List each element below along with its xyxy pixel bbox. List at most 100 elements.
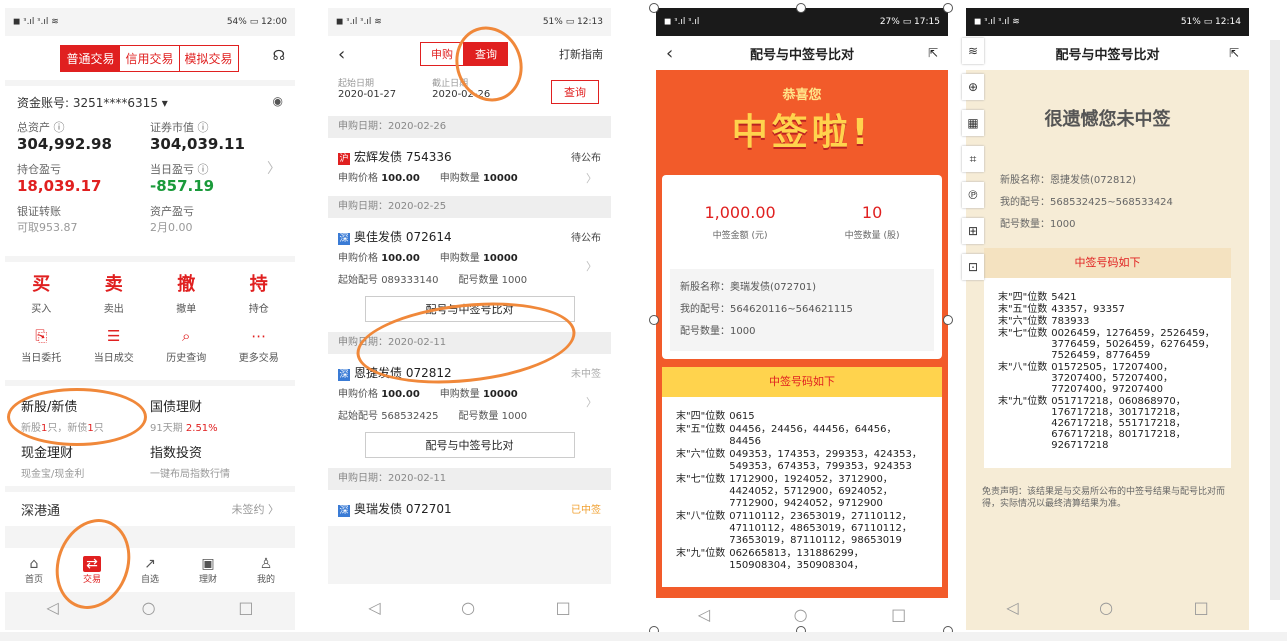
resize-handle[interactable] [649,3,659,13]
status-bar: ◼ ᵌ.ıl ᵌ.ıl ≋ 51% ▭ 12:13 [328,8,611,36]
history-query-button[interactable]: ⌕ 历史查询 [166,327,206,364]
system-nav-bar: ◁ ○ □ [5,592,295,622]
tab-normal-trade[interactable]: 普通交易 [60,44,121,72]
exchange-badge: 深 [338,232,350,245]
status-right: 51% ▭ 12:14 [1180,17,1241,27]
holdings-glyph: 持 [249,274,268,295]
chevron-right-icon[interactable]: 〉 [586,170,597,186]
crop-icon[interactable]: ⌗ [962,146,984,172]
bond-name: 宏辉发债 754336 [354,149,452,164]
account-number[interactable]: 3251****6315 ▾ [73,96,168,110]
price-label: 申购价格 [338,253,378,264]
today-pl-value: -857.19 [150,177,215,195]
total-assets-label: 总资产 ⓘ [17,121,65,134]
tab-me[interactable]: ♙ 我的 [246,556,286,585]
recent-nav-icon[interactable]: □ [556,598,571,617]
eye-icon[interactable]: ◉ [273,94,283,108]
tab-credit-trade[interactable]: 信用交易 [119,44,180,72]
more-trade-label: 更多交易 [238,353,279,364]
winning-numbers-header: 中签号码如下 [662,367,942,397]
qty-label: 申购数量 [439,389,480,400]
list-item[interactable]: 沪宏辉发债 754336 待公布 申购价格 100.00 申购数量 10000 〉 [328,138,611,196]
recent-nav-icon[interactable]: □ [238,598,253,617]
home-nav-icon[interactable]: ○ [142,598,156,617]
tab-home[interactable]: ⌂ 首页 [14,556,54,585]
digit-values: 04456，24456，44456，64456，84456 [729,424,897,447]
tab-trade[interactable]: ⇄ 交易 [72,555,112,585]
image-icon[interactable]: ⊡ [962,254,984,280]
trade-icon: ⇄ [83,555,101,572]
treasury-sub-pre: 91天期 [150,423,186,434]
list-item[interactable]: 深奥佳发债 072614 待公布 申购价格 100.00 申购数量 10000 起始… [328,218,611,332]
bank-transfer[interactable]: 银证转账 可取953.87 [17,203,150,235]
ipo-guide-link[interactable]: 打新指南 [559,46,603,62]
today-deals-button[interactable]: ☰ 当日成交 [94,327,134,364]
layers-icon[interactable]: ≋ [962,38,984,64]
digit-values: 783933 [1051,316,1090,327]
asset-pl-sub: 2月0.00 [150,221,193,234]
resize-handle[interactable] [649,315,659,325]
zoom-icon[interactable]: ⊕ [962,74,984,100]
back-arrow-icon[interactable]: ‹ [338,44,345,65]
paint-icon[interactable]: ℗ [962,182,984,208]
mosaic-icon[interactable]: ⊞ [962,218,984,244]
recent-nav-icon[interactable]: □ [891,605,906,624]
shenzhen-hk-connect[interactable]: 深港通 未签约 〉 [5,492,295,526]
back-nav-icon[interactable]: ◁ [368,598,380,617]
cash-finance-entry[interactable]: 现金理财 现金宝/现金利 [21,438,150,484]
status-left: ◼ ᵌ.ıl ᵌ.ıl [664,17,700,27]
list-item[interactable]: 深奥瑞发债 072701 已中签 [328,490,611,526]
tab-subscribe[interactable]: 申购 [420,42,464,66]
back-nav-icon[interactable]: ◁ [698,605,710,624]
share-icon[interactable]: ⇱ [1229,46,1239,60]
treasury-rate: 2.51% [185,423,218,434]
tab-query[interactable]: 查询 [464,42,508,66]
back-nav-icon[interactable]: ◁ [1006,598,1018,617]
share-icon[interactable]: ⇱ [928,46,938,60]
tab-watchlist[interactable]: ↗ 自选 [130,556,170,585]
compare-button[interactable]: 配号与中签号比对 [364,296,575,322]
trade-actions: 买买入 卖卖出 撤撤单 持持仓 ⎘ 当日委托 ☰ 当日成交 ⌕ 历史查询 ⋯ 更多交易 [5,262,295,380]
index-invest-entry[interactable]: 指数投资 一键布局指数行情 [150,438,279,484]
stock-name: 恩捷发债(072812) [1050,175,1136,186]
sell-button[interactable]: 卖卖出 [104,270,124,315]
resize-handle[interactable] [796,3,806,13]
asset-pl[interactable]: 资产盈亏 2月0.00 [150,203,283,235]
finance-grid: 新股/新债 新股1只，新债1只 国债理财 91天期 2.51% 现金理财 现金宝/现金… [5,386,295,486]
tab-wealth[interactable]: ▣ 理财 [188,556,228,585]
treasury-entry[interactable]: 国债理财 91天期 2.51% [150,392,279,438]
compare-button[interactable]: 配号与中签号比对 [364,432,575,458]
tab-home-label: 首页 [24,574,43,585]
ipo-bonds-entry[interactable]: 新股/新债 新股1只，新债1只 [21,392,150,438]
more-trade-button[interactable]: ⋯ 更多交易 [239,327,279,364]
chevron-right-icon[interactable]: 〉 [586,258,597,274]
ipo-sub: 新股1只，新债1只 [21,419,150,434]
tab-simulated-trade[interactable]: 模拟交易 [178,44,239,72]
scrollbar[interactable] [1270,40,1280,600]
chevron-right-icon[interactable]: 〉 [586,394,597,410]
holdings-button[interactable]: 持持仓 [249,270,269,315]
back-nav-icon[interactable]: ◁ [46,598,58,617]
cancel-glyph: 撤 [177,274,196,295]
query-button[interactable]: 查询 [551,80,599,104]
list-item[interactable]: 深恩捷发债 072812 未中签 申购价格 100.00 申购数量 10000 起始… [328,354,611,468]
cancel-order-button[interactable]: 撤撤单 [176,270,196,315]
home-nav-icon[interactable]: ○ [1099,598,1113,617]
end-date-field[interactable]: 截止日期 2020-02-26 [432,76,490,100]
back-arrow-icon[interactable]: ‹ [666,43,673,64]
start-date-field[interactable]: 起始日期 2020-01-27 [338,76,396,100]
result-status: 待公布 [571,232,601,244]
resize-handle[interactable] [943,315,953,325]
position-pl-label: 持仓盈亏 [17,163,61,176]
qr-icon[interactable]: ▦ [962,110,984,136]
chevron-right-icon[interactable]: 〉 [267,158,281,178]
resize-handle[interactable] [943,3,953,13]
home-nav-icon[interactable]: ○ [794,605,808,624]
home-nav-icon[interactable]: ○ [461,598,475,617]
price-value: 100.00 [381,389,420,400]
sell-label: 卖出 [103,304,124,315]
buy-button[interactable]: 买买入 [31,270,51,315]
today-orders-button[interactable]: ⎘ 当日委托 [21,327,61,364]
recent-nav-icon[interactable]: □ [1194,598,1209,617]
headset-icon[interactable]: ☊ [273,48,285,64]
